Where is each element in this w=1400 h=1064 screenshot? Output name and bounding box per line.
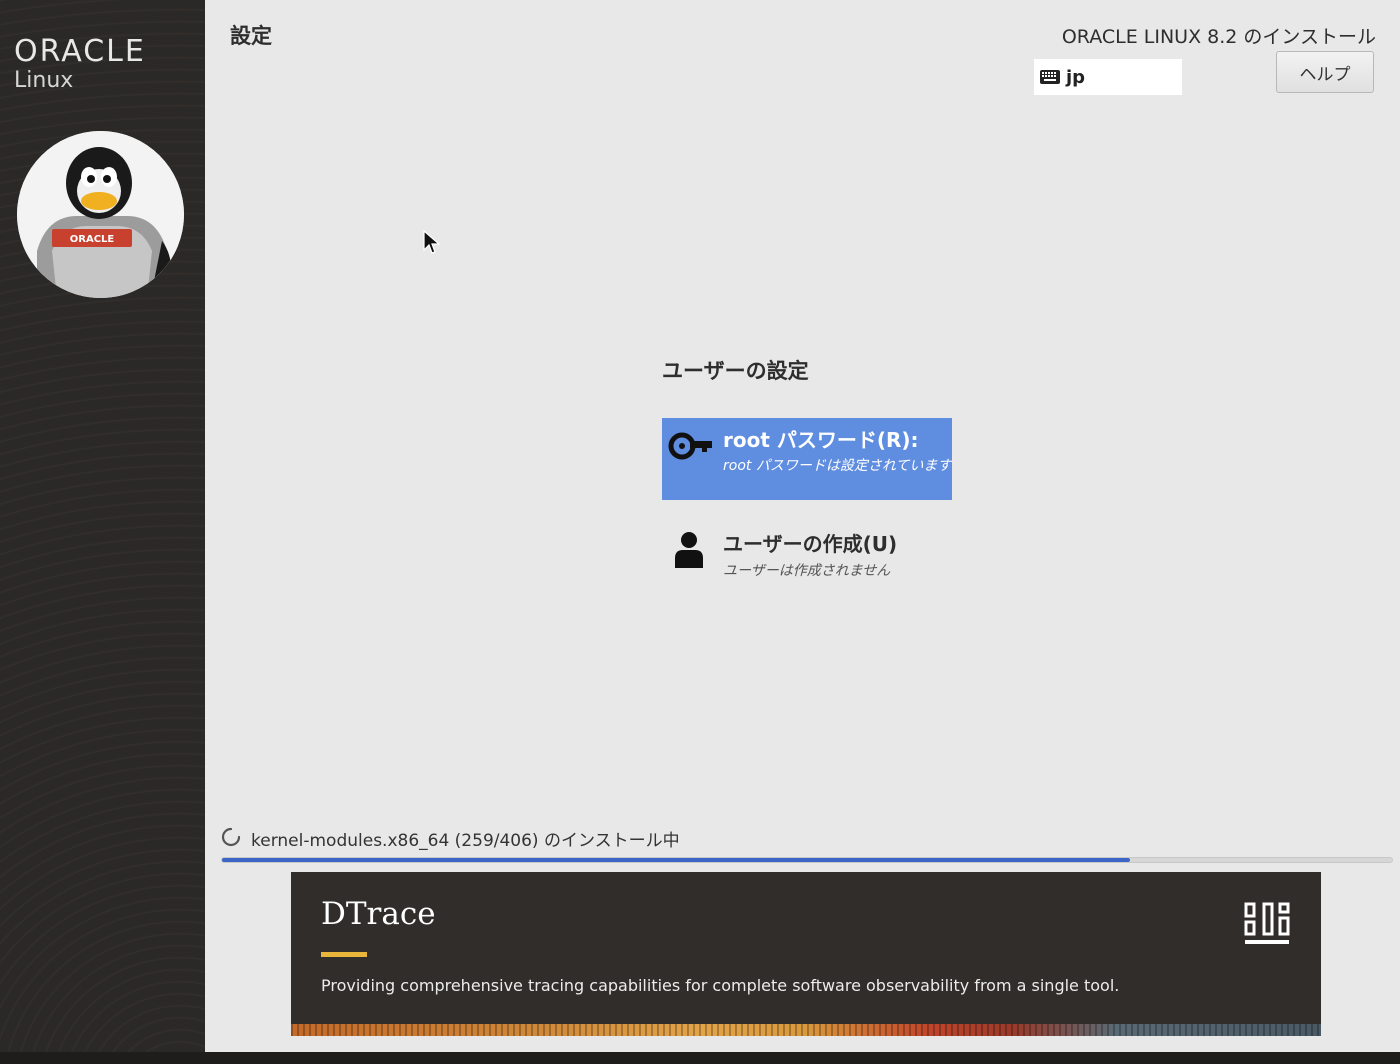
key-icon: [668, 432, 712, 460]
keyboard-icon: [1040, 70, 1060, 84]
banner-decoration-texture: [291, 1024, 1321, 1036]
tux-mascot-image: ORACLE: [17, 131, 184, 298]
root-password-spoke[interactable]: root パスワード(R): root パスワードは設定されています: [662, 418, 952, 500]
create-user-spoke[interactable]: ユーザーの作成(U) ユーザーは作成されません: [662, 522, 952, 592]
sidebar: ORACLE Linux ORACLE: [0, 0, 205, 1052]
banner-description: Providing comprehensive tracing capabili…: [321, 976, 1120, 995]
dtrace-icon: [1244, 902, 1290, 944]
root-password-status: root パスワードは設定されています: [723, 458, 952, 474]
spinner-icon: [221, 827, 241, 847]
help-button[interactable]: ヘルプ: [1276, 51, 1374, 93]
install-progress-bar: [221, 857, 1393, 863]
user-icon: [675, 532, 703, 568]
keyboard-layout-label: jp: [1066, 66, 1086, 88]
product-banner: DTrace Providing comprehensive tracing c…: [291, 872, 1321, 1036]
keyboard-layout-indicator[interactable]: jp: [1034, 59, 1182, 95]
svg-text:ORACLE: ORACLE: [70, 234, 115, 245]
user-settings-heading: ユーザーの設定: [662, 359, 809, 383]
install-progress-fill: [222, 858, 1130, 862]
progress-status-text: kernel-modules.x86_64 (259/406) のインストール中: [251, 831, 680, 851]
create-user-status: ユーザーは作成されません: [723, 563, 891, 579]
main-panel: 設定 ORACLE LINUX 8.2 のインストール jp ヘルプ ユーザーの…: [205, 0, 1400, 1052]
root-password-title: root パスワード(R):: [723, 428, 919, 452]
product-title: ORACLE LINUX 8.2 のインストール: [1061, 26, 1376, 48]
banner-title: DTrace: [321, 896, 436, 932]
create-user-title: ユーザーの作成(U): [723, 532, 898, 556]
page-title: 設定: [230, 24, 272, 48]
mouse-pointer-icon: [423, 230, 441, 254]
oracle-logo: ORACLE: [14, 34, 146, 69]
linux-logo-text: Linux: [14, 68, 74, 93]
banner-accent-rule: [321, 952, 367, 957]
